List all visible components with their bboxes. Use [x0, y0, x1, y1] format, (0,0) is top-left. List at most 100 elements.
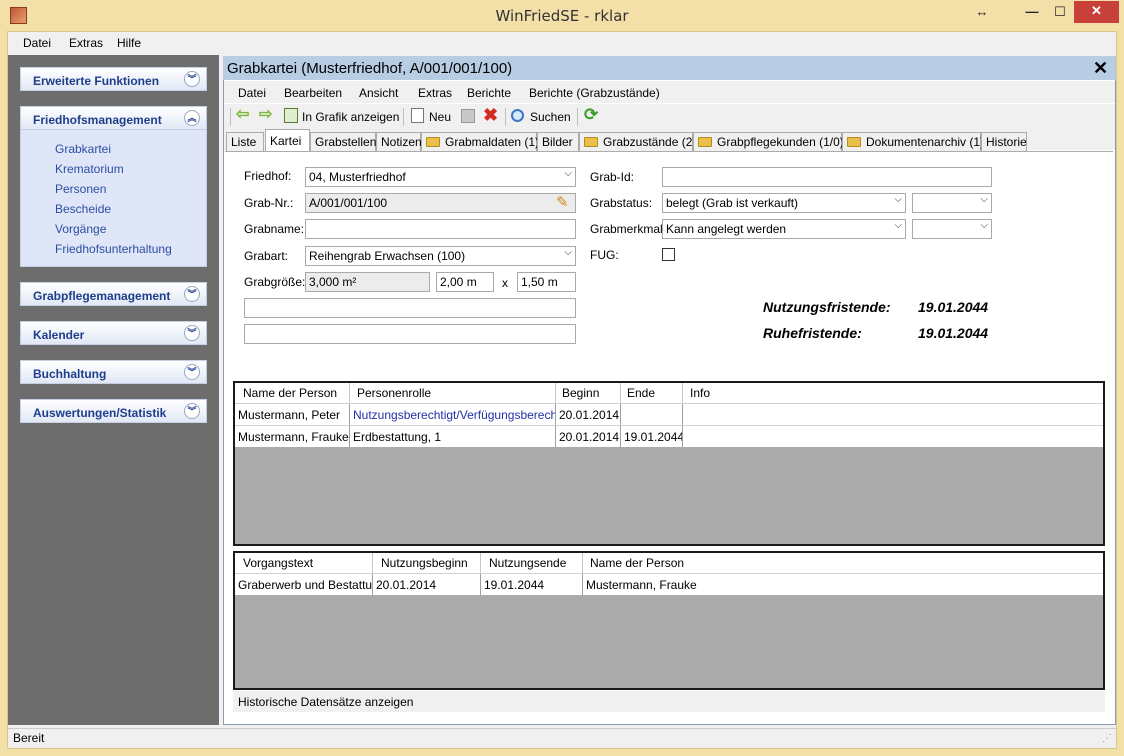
grabname-input[interactable] [305, 219, 576, 239]
grafik-icon[interactable] [284, 108, 298, 123]
table-cell[interactable]: Mustermann, Peter [235, 404, 350, 426]
grabstatus-select[interactable]: belegt (Grab ist verkauft) ⌵ [662, 193, 906, 213]
column-header[interactable]: Personenrolle [357, 386, 431, 400]
table-cell[interactable]: 20.01.2014 [556, 426, 621, 448]
resize-icon[interactable]: ↔ [968, 2, 996, 24]
table-cell[interactable] [621, 404, 683, 426]
minimize-button[interactable]: — [1018, 2, 1046, 24]
table-cell[interactable]: 19.01.2044 [481, 574, 583, 596]
table-cell[interactable]: Nutzungsberechtigt/Verfügungsberechtigt [350, 404, 556, 426]
grabstatus-extra-select[interactable]: ⌵ [912, 193, 992, 213]
tab-kartei[interactable]: Kartei [265, 129, 310, 151]
chevron-down-icon[interactable]: ︾ [184, 71, 200, 87]
table-cell[interactable]: Erdbestattung, 1 [350, 426, 556, 448]
table-cell[interactable] [683, 404, 1103, 426]
edit-pencil-icon[interactable]: ✎ [556, 193, 569, 211]
search-icon[interactable] [511, 109, 524, 122]
close-button[interactable]: ✕ [1074, 1, 1119, 23]
grabmerkmal-select[interactable]: Kann angelegt werden ⌵ [662, 219, 906, 239]
table-cell[interactable]: Mustermann, Frauke [235, 426, 350, 448]
fug-checkbox[interactable] [662, 248, 675, 261]
grabgroesse-height-input[interactable]: 1,50 m [517, 272, 576, 292]
column-divider[interactable] [349, 383, 350, 403]
search-button[interactable]: Suchen [530, 110, 571, 124]
panel-grabpflegemanagement[interactable]: Grabpflegemanagement ︾ [20, 282, 207, 306]
nav-link-vorgaenge[interactable]: Vorgänge [55, 222, 106, 236]
maximize-button[interactable]: ☐ [1046, 2, 1074, 24]
column-header[interactable]: Beginn [562, 386, 599, 400]
nav-link-friedhofsunterhaltung[interactable]: Friedhofsunterhaltung [55, 242, 172, 256]
new-button[interactable]: Neu [429, 110, 451, 124]
nav-link-personen[interactable]: Personen [55, 182, 106, 196]
child-menu-bearbeiten[interactable]: Bearbeiten [284, 86, 342, 100]
table-row[interactable]: Mustermann, Frauke Erdbestattung, 1 20.0… [235, 425, 1103, 448]
child-menu-berichte-grabzustaende[interactable]: Berichte (Grabzustände) [529, 86, 660, 100]
grabgroesse-area-field[interactable]: 3,000 m² [305, 272, 430, 292]
column-divider[interactable] [582, 553, 583, 573]
tab-liste[interactable]: Liste [226, 132, 264, 151]
column-divider[interactable] [372, 553, 373, 573]
grabid-input[interactable] [662, 167, 992, 187]
tab-historie[interactable]: Historie [981, 132, 1027, 151]
new-document-icon[interactable] [411, 108, 424, 123]
child-menu-datei[interactable]: Datei [238, 86, 266, 100]
column-header[interactable]: Name der Person [590, 556, 684, 570]
table-cell[interactable]: Graberwerb und Bestattung [235, 574, 373, 596]
menu-datei[interactable]: Datei [23, 36, 51, 50]
tab-bilder[interactable]: Bilder [537, 132, 579, 151]
chevron-down-icon[interactable]: ︾ [184, 286, 200, 302]
column-divider[interactable] [682, 383, 683, 403]
tab-grabstellen[interactable]: Grabstellen [310, 132, 376, 151]
tab-notizen[interactable]: Notizen [376, 132, 422, 151]
table-cell[interactable] [683, 426, 1103, 448]
friedhof-select[interactable]: 04, Musterfriedhof ⌵ [305, 167, 576, 187]
extra-field-1[interactable] [244, 298, 576, 318]
table-cell[interactable]: 20.01.2014 [556, 404, 621, 426]
panel-buchhaltung[interactable]: Buchhaltung ︾ [20, 360, 207, 384]
grabmerkmal-extra-select[interactable]: ⌵ [912, 219, 992, 239]
delete-icon[interactable]: ✖ [483, 105, 498, 126]
column-divider[interactable] [555, 383, 556, 403]
child-menu-extras[interactable]: Extras [418, 86, 452, 100]
chevron-down-icon[interactable]: ︾ [184, 325, 200, 341]
column-header[interactable]: Vorgangstext [243, 556, 313, 570]
table-row[interactable]: Graberwerb und Bestattung 20.01.2014 19.… [235, 573, 1103, 596]
back-arrow-icon[interactable]: ⇦ [236, 107, 254, 123]
history-checkbox-label[interactable]: Historische Datensätze anzeigen [238, 695, 413, 709]
chevron-down-icon[interactable]: ︾ [184, 403, 200, 419]
column-header[interactable]: Nutzungsende [489, 556, 566, 570]
column-header[interactable]: Info [690, 386, 710, 400]
panel-erweiterte-funktionen[interactable]: Erweiterte Funktionen ︾ [20, 67, 207, 91]
column-header[interactable]: Nutzungsbeginn [381, 556, 468, 570]
column-header[interactable]: Ende [627, 386, 655, 400]
nav-link-grabkartei[interactable]: Grabkartei [55, 142, 111, 156]
panel-kalender[interactable]: Kalender ︾ [20, 321, 207, 345]
child-menu-ansicht[interactable]: Ansicht [359, 86, 398, 100]
extra-field-2[interactable] [244, 324, 576, 344]
chevron-up-icon[interactable]: ︽ [184, 110, 200, 126]
nav-link-krematorium[interactable]: Krematorium [55, 162, 124, 176]
child-menu-berichte[interactable]: Berichte [467, 86, 511, 100]
tab-grabmaldaten[interactable]: Grabmaldaten (1) [421, 132, 539, 151]
show-graphic-button[interactable]: In Grafik anzeigen [302, 110, 399, 124]
table-cell[interactable]: 20.01.2014 [373, 574, 481, 596]
panel-friedhofsmanagement[interactable]: Friedhofsmanagement ︽ [20, 106, 207, 130]
table-cell[interactable]: 19.01.2044 [621, 426, 683, 448]
save-icon[interactable] [461, 109, 475, 123]
tab-grabpflegekunden[interactable]: Grabpflegekunden (1/0) [693, 132, 844, 151]
column-header[interactable]: Name der Person [243, 386, 337, 400]
tab-grabzustaende[interactable]: Grabzustände (2) [579, 132, 696, 151]
grabart-select[interactable]: Reihengrab Erwachsen (100) ⌵ [305, 246, 576, 266]
forward-arrow-icon[interactable]: ⇨ [259, 107, 277, 123]
panel-auswertungen-statistik[interactable]: Auswertungen/Statistik ︾ [20, 399, 207, 423]
close-icon[interactable]: ✕ [1093, 58, 1108, 79]
chevron-down-icon[interactable]: ︾ [184, 364, 200, 380]
grabnr-field[interactable]: A/001/001/100 [305, 193, 576, 213]
table-row[interactable]: Mustermann, Peter Nutzungsberechtigt/Ver… [235, 403, 1103, 426]
nav-link-bescheide[interactable]: Bescheide [55, 202, 111, 216]
menu-hilfe[interactable]: Hilfe [117, 36, 141, 50]
tab-dokumentenarchiv[interactable]: Dokumentenarchiv (1) [842, 132, 984, 151]
column-divider[interactable] [480, 553, 481, 573]
grabgroesse-width-input[interactable]: 2,00 m [436, 272, 494, 292]
column-divider[interactable] [620, 383, 621, 403]
